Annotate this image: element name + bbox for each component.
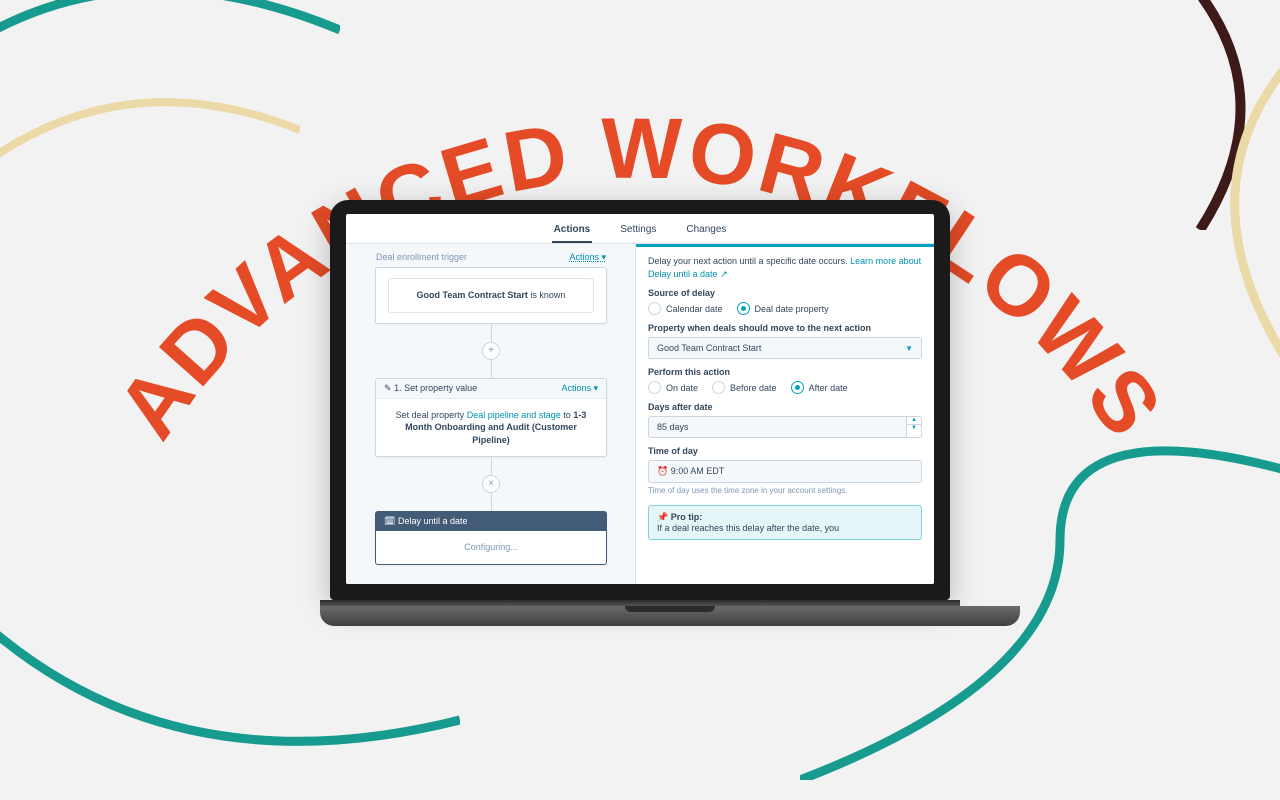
- pro-tip-heading: Pro tip:: [671, 512, 703, 522]
- time-hint: Time of day uses the time zone in your a…: [648, 486, 922, 495]
- decor-stroke-cream-right: [1110, 40, 1280, 420]
- radio-calendar-date[interactable]: Calendar date: [648, 302, 723, 315]
- trigger-condition: Good Team Contract Start is known: [388, 278, 594, 313]
- remove-step-button[interactable]: ×: [482, 475, 500, 493]
- step-1-card[interactable]: ✎ 1. Set property value Actions ▾ Set de…: [375, 378, 607, 458]
- chevron-down-icon: ▼: [905, 344, 913, 353]
- radio-before-date[interactable]: Before date: [712, 381, 777, 394]
- days-label: Days after date: [648, 402, 922, 412]
- radio-after-date[interactable]: After date: [791, 381, 848, 394]
- laptop: Actions Settings Changes Deal enrollment…: [320, 200, 960, 626]
- tab-actions[interactable]: Actions: [552, 220, 593, 243]
- clock-icon: ⏰: [657, 466, 668, 476]
- trigger-property: Good Team Contract Start: [417, 290, 528, 300]
- step-1-actions-link[interactable]: Actions ▾: [561, 383, 598, 394]
- edit-icon: ✎: [384, 383, 392, 393]
- laptop-base: [320, 606, 1020, 626]
- pin-icon: 📌: [657, 512, 668, 522]
- external-link-icon: ↗: [720, 269, 728, 279]
- decor-stroke-cream-top: [0, 70, 300, 230]
- decor-stroke-maroon: [1140, 0, 1280, 230]
- property-select[interactable]: Good Team Contract Start ▼: [648, 337, 922, 359]
- config-panel: Delay your next action until a specific …: [636, 244, 934, 584]
- time-select[interactable]: ⏰ 9:00 AM EDT: [648, 460, 922, 483]
- panel-intro: Delay your next action until a specific …: [648, 255, 922, 280]
- decor-stroke-teal-top: [0, 0, 340, 140]
- trigger-title: Deal enrollment trigger: [376, 252, 467, 263]
- step-2-body: Configuring...: [376, 531, 606, 564]
- tab-changes[interactable]: Changes: [684, 220, 728, 243]
- time-label: Time of day: [648, 446, 922, 456]
- calendar-icon: 🗓: [384, 516, 395, 526]
- days-stepper[interactable]: ▲ ▼: [648, 416, 922, 438]
- pro-tip-body: If a deal reaches this delay after the d…: [657, 523, 913, 533]
- laptop-bezel: Actions Settings Changes Deal enrollment…: [330, 200, 950, 600]
- app-screen: Actions Settings Changes Deal enrollment…: [346, 214, 934, 584]
- add-step-button[interactable]: +: [482, 342, 500, 360]
- step-1-body: Set deal property Deal pipeline and stag…: [376, 399, 606, 457]
- tab-bar: Actions Settings Changes: [346, 214, 934, 244]
- step-2-card[interactable]: 🗓 Delay until a date Configuring...: [375, 511, 607, 565]
- tab-settings[interactable]: Settings: [618, 220, 658, 243]
- radio-deal-date-property[interactable]: Deal date property: [737, 302, 829, 315]
- property-select-value: Good Team Contract Start: [657, 343, 761, 353]
- stepper-up-icon[interactable]: ▲: [907, 417, 921, 425]
- property-label: Property when deals should move to the n…: [648, 323, 922, 333]
- step-1-title: 1. Set property value: [394, 383, 477, 393]
- perform-label: Perform this action: [648, 367, 922, 377]
- workflow-canvas: Deal enrollment trigger Actions ▾ Good T…: [346, 244, 636, 584]
- days-input[interactable]: [648, 416, 906, 438]
- pro-tip-box: 📌 Pro tip: If a deal reaches this delay …: [648, 505, 922, 540]
- radio-on-date[interactable]: On date: [648, 381, 698, 394]
- stepper-down-icon[interactable]: ▼: [907, 425, 921, 432]
- trigger-actions-link[interactable]: Actions ▾: [569, 252, 606, 263]
- trigger-card[interactable]: Good Team Contract Start is known: [375, 267, 607, 324]
- time-value: 9:00 AM EDT: [671, 466, 725, 476]
- trigger-header-row: Deal enrollment trigger Actions ▾: [368, 250, 614, 267]
- source-label: Source of delay: [648, 288, 922, 298]
- step-1-property: Deal pipeline and stage: [467, 410, 561, 420]
- step-2-title: Delay until a date: [398, 516, 468, 526]
